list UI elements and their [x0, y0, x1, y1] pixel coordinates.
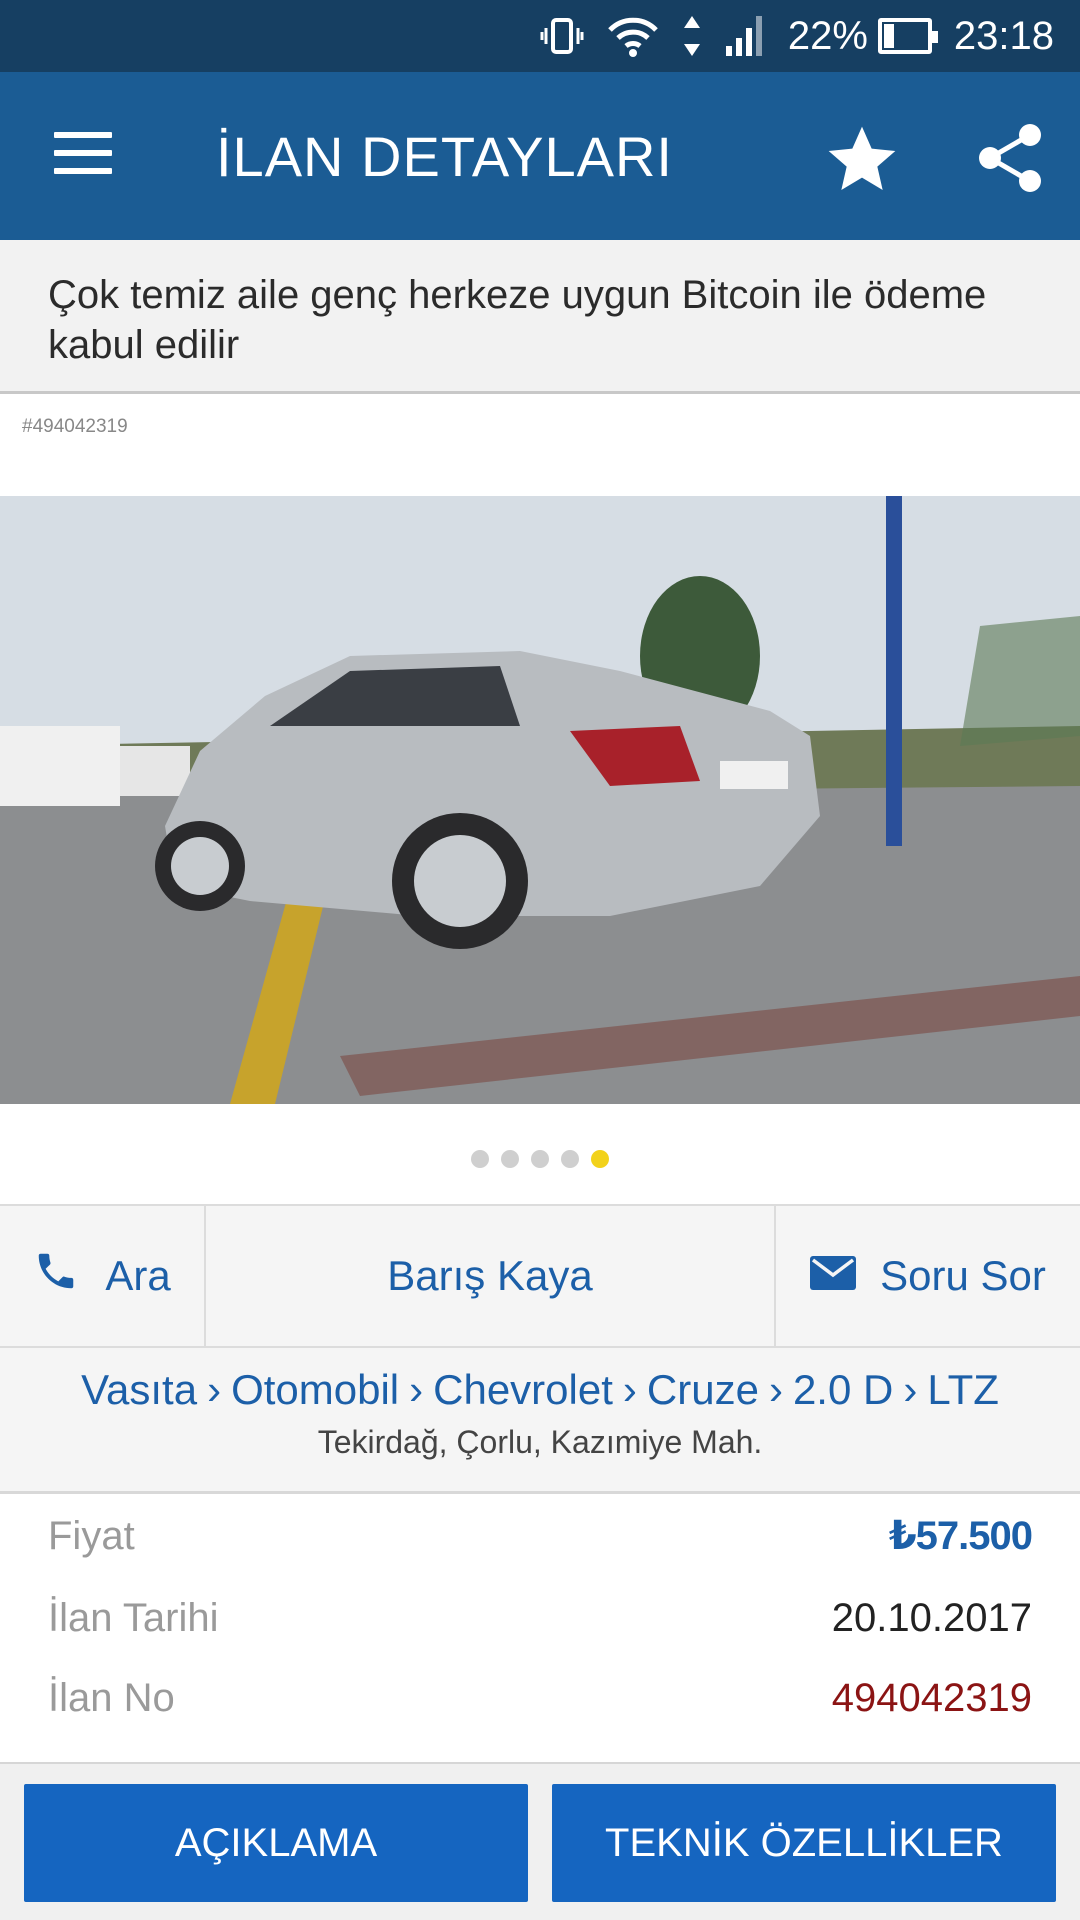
breadcrumb-separator: › [768, 1366, 783, 1413]
seller-name: Barış Kaya [387, 1252, 593, 1299]
breadcrumb-separator: › [622, 1366, 637, 1413]
battery-percent: 22% [787, 13, 868, 58]
technical-specs-button[interactable]: TEKNİK ÖZELLİKLER [552, 1784, 1056, 1902]
category-breadcrumb-box: Vasıta › Otomobil › Chevrolet › Cruze › 2.0 D › LT… [0, 1348, 1080, 1494]
seller-name-button[interactable]: Barış Kaya [206, 1206, 776, 1346]
pager-dot[interactable] [501, 1150, 519, 1168]
breadcrumb-separator: › [903, 1366, 918, 1413]
listing-title-box: Çok temiz aile genç herkeze uygun Bitcoi… [0, 240, 1080, 394]
call-button[interactable]: Ara [0, 1206, 206, 1346]
date-row: İlan Tarihi 20.10.2017 [48, 1588, 1032, 1648]
share-icon[interactable] [970, 118, 1050, 198]
breadcrumb-item[interactable]: Chevrolet [433, 1366, 613, 1414]
breadcrumb: Vasıta › Otomobil › Chevrolet › Cruze › 2.0 D › LT… [0, 1366, 1080, 1414]
pager-dot[interactable] [531, 1150, 549, 1168]
breadcrumb-item[interactable]: LTZ [927, 1366, 999, 1414]
breadcrumb-item[interactable]: 2.0 D [793, 1366, 893, 1414]
battery-icon [877, 18, 938, 54]
price-row: Fiyat ₺57.500 [48, 1506, 1033, 1566]
listing-hash-id: #494042319 [22, 416, 128, 437]
pager-dot[interactable] [471, 1150, 489, 1168]
pager-dot[interactable] [591, 1150, 609, 1168]
contact-action-bar: Ara Barış Kaya Soru Sor [0, 1204, 1080, 1348]
description-button[interactable]: AÇIKLAMA [24, 1784, 528, 1902]
data-arrows-icon [682, 14, 702, 58]
listing-title: Çok temiz aile genç herkeze uygun Bitcoi… [48, 273, 987, 367]
wifi-icon [606, 14, 660, 58]
photo-pager [0, 1150, 1080, 1168]
listing-no-label: İlan No [48, 1675, 175, 1720]
breadcrumb-separator: › [409, 1366, 424, 1413]
car-photo-illustration [0, 496, 1080, 1104]
listing-no-value: 494042319 [831, 1675, 1032, 1720]
breadcrumb-separator: › [207, 1366, 222, 1413]
date-label: İlan Tarihi [48, 1595, 219, 1640]
status-bar: 22% 23:18 [0, 0, 1080, 72]
ask-question-button[interactable]: Soru Sor [776, 1206, 1080, 1346]
vibrate-icon [540, 14, 584, 58]
bottom-button-bar: AÇIKLAMA TEKNİK ÖZELLİKLER [0, 1762, 1080, 1920]
listing-photo[interactable] [0, 496, 1080, 1104]
pager-dot[interactable] [561, 1150, 579, 1168]
page-title: İLAN DETAYLARI [216, 125, 673, 188]
date-value: 20.10.2017 [831, 1595, 1032, 1640]
app-bar: İLAN DETAYLARI [0, 72, 1080, 240]
signal-icon [724, 14, 766, 58]
breadcrumb-item[interactable]: Otomobil [231, 1366, 399, 1414]
favorite-star-icon[interactable] [822, 120, 902, 200]
price-value: ₺57.500 [888, 1514, 1033, 1558]
location-text: Tekirdağ, Çorlu, Kazımiye Mah. [317, 1424, 763, 1460]
price-label: Fiyat [48, 1513, 135, 1558]
breadcrumb-item[interactable]: Vasıta [81, 1366, 197, 1414]
phone-icon [33, 1248, 79, 1304]
breadcrumb-item[interactable]: Cruze [647, 1366, 759, 1414]
clock: 23:18 [953, 13, 1054, 58]
listing-no-row: İlan No 494042319 [48, 1668, 1032, 1728]
menu-icon[interactable] [54, 132, 112, 176]
envelope-icon [810, 1252, 857, 1300]
call-label: Ara [105, 1252, 171, 1299]
ask-label: Soru Sor [880, 1252, 1046, 1299]
